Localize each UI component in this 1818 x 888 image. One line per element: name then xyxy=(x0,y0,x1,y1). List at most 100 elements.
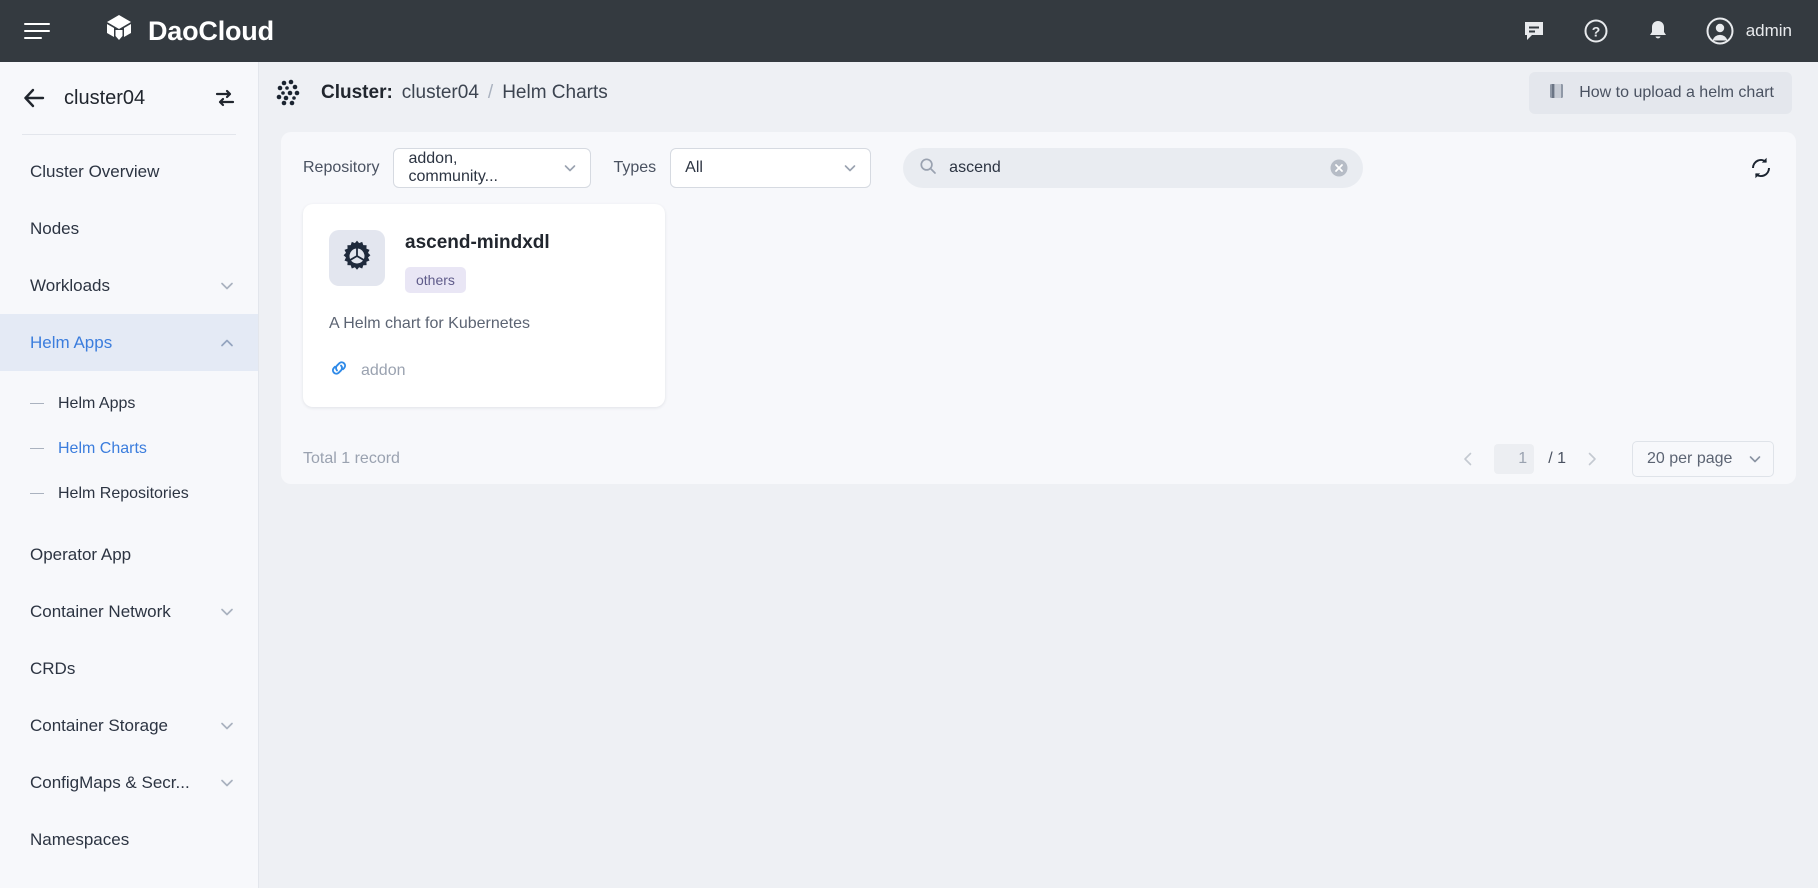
sidebar-divider xyxy=(22,134,236,135)
charts-grid: ascend-mindxdl others A Helm chart for K… xyxy=(281,204,1796,434)
sidebar-subitem-label: Helm Repositories xyxy=(58,485,189,503)
types-label: Types xyxy=(613,159,656,177)
sidebar-header: cluster04 xyxy=(0,62,258,134)
sidebar-item-label: Helm Apps xyxy=(30,333,112,353)
sidebar-item-crds[interactable]: CRDs xyxy=(0,640,258,697)
chevron-down-icon xyxy=(218,717,236,735)
brand-name: DaoCloud xyxy=(148,16,274,47)
hamburger-icon[interactable] xyxy=(18,11,58,51)
sidebar-item-helm-apps[interactable]: Helm Apps xyxy=(0,314,258,371)
page-number-input[interactable]: 1 xyxy=(1494,444,1534,474)
sidebar-item-namespaces[interactable]: Namespaces xyxy=(0,811,258,868)
sidebar: cluster04 Cluster Overview Nodes Workloa… xyxy=(0,62,259,888)
repository-label: Repository xyxy=(303,159,379,177)
content-panel: Repository addon, community... Types All xyxy=(281,132,1796,434)
refresh-icon[interactable] xyxy=(1748,155,1774,181)
chat-icon[interactable] xyxy=(1520,17,1548,45)
how-to-upload-button[interactable]: How to upload a helm chart xyxy=(1529,72,1792,114)
page-header: Cluster: cluster04 / Helm Charts How to … xyxy=(259,62,1818,124)
sidebar-item-workloads[interactable]: Workloads xyxy=(0,257,258,314)
user-menu[interactable]: admin xyxy=(1706,17,1792,45)
sidebar-item-container-network[interactable]: Container Network xyxy=(0,583,258,640)
dash-icon xyxy=(30,448,44,450)
sidebar-item-cluster-overview[interactable]: Cluster Overview xyxy=(0,143,258,200)
helm-chart-card[interactable]: ascend-mindxdl others A Helm chart for K… xyxy=(303,204,665,407)
chart-name: ascend-mindxdl xyxy=(405,232,550,254)
link-icon xyxy=(329,358,349,383)
chevron-down-icon xyxy=(218,774,236,792)
prev-page-button[interactable] xyxy=(1454,445,1482,473)
sidebar-item-operator-app[interactable]: Operator App xyxy=(0,526,258,583)
sidebar-item-label: Nodes xyxy=(30,219,79,239)
cluster-dots-icon xyxy=(273,76,307,110)
search-icon xyxy=(919,157,937,180)
pagination-bar: Total 1 record 1 / 1 20 per page xyxy=(281,434,1796,484)
sidebar-subitem-helm-charts[interactable]: Helm Charts xyxy=(0,426,258,471)
types-select[interactable]: All xyxy=(670,148,871,188)
sidebar-item-label: Container Storage xyxy=(30,716,168,736)
breadcrumb-current: Helm Charts xyxy=(502,82,608,104)
top-bar: DaoCloud ? xyxy=(0,0,1818,62)
page-size-label: 20 per page xyxy=(1647,450,1732,468)
card-title-block: ascend-mindxdl others xyxy=(405,230,550,293)
sidebar-item-label: Container Network xyxy=(30,602,171,622)
user-avatar-icon xyxy=(1706,17,1734,45)
sidebar-item-nodes[interactable]: Nodes xyxy=(0,200,258,257)
svg-text:?: ? xyxy=(1591,24,1600,40)
search-input[interactable] xyxy=(949,159,1317,177)
repository-value: addon, community... xyxy=(408,150,550,186)
sidebar-item-label: Namespaces xyxy=(30,830,129,850)
chart-description: A Helm chart for Kubernetes xyxy=(329,315,639,333)
back-arrow-icon[interactable] xyxy=(22,86,46,110)
chevron-down-icon xyxy=(218,603,236,621)
pager: 1 / 1 20 per page xyxy=(1454,441,1774,477)
page-size-select[interactable]: 20 per page xyxy=(1632,441,1774,477)
daocloud-cube-icon xyxy=(102,12,136,51)
sidebar-subitem-label: Helm Charts xyxy=(58,440,147,458)
main-content: Cluster: cluster04 / Helm Charts How to … xyxy=(259,62,1818,888)
chart-repo-row: addon xyxy=(329,358,639,383)
sidebar-cluster-name: cluster04 xyxy=(64,87,196,110)
sidebar-subitem-helm-apps[interactable]: Helm Apps xyxy=(0,381,258,426)
chevron-down-icon xyxy=(218,277,236,295)
switch-cluster-icon[interactable] xyxy=(214,87,236,109)
gear-icon xyxy=(339,238,375,279)
chart-type-badge: others xyxy=(405,267,466,293)
dash-icon xyxy=(30,403,44,405)
chevron-down-icon xyxy=(830,160,858,176)
clear-search-icon[interactable] xyxy=(1329,158,1349,178)
user-name: admin xyxy=(1746,21,1792,41)
sidebar-subitem-helm-repositories[interactable]: Helm Repositories xyxy=(0,471,258,516)
chevron-down-icon xyxy=(550,160,578,176)
chart-repo-name: addon xyxy=(361,362,406,380)
sidebar-item-label: Operator App xyxy=(30,545,131,565)
sidebar-item-configmaps-secrets[interactable]: ConfigMaps & Secr... xyxy=(0,754,258,811)
brand-logo[interactable]: DaoCloud xyxy=(102,12,274,51)
filter-bar: Repository addon, community... Types All xyxy=(281,132,1796,204)
chevron-up-icon xyxy=(218,334,236,352)
help-circle-icon[interactable]: ? xyxy=(1582,17,1610,45)
breadcrumb-separator: / xyxy=(488,82,493,104)
sidebar-item-label: Cluster Overview xyxy=(30,162,159,182)
sidebar-subitem-label: Helm Apps xyxy=(58,395,135,413)
breadcrumb-cluster[interactable]: cluster04 xyxy=(402,82,479,104)
sidebar-item-label: Workloads xyxy=(30,276,110,296)
top-bar-actions: ? admin xyxy=(1520,17,1792,45)
repository-select[interactable]: addon, community... xyxy=(393,148,591,188)
total-records: Total 1 record xyxy=(303,450,400,468)
sidebar-item-label: CRDs xyxy=(30,659,75,679)
next-page-button[interactable] xyxy=(1578,445,1606,473)
total-pages: / 1 xyxy=(1548,450,1566,468)
book-icon xyxy=(1547,81,1567,106)
sidebar-item-label: ConfigMaps & Secr... xyxy=(30,773,190,793)
bell-icon[interactable] xyxy=(1644,17,1672,45)
breadcrumb-label: Cluster: xyxy=(321,82,393,104)
types-value: All xyxy=(685,159,703,177)
how-to-upload-label: How to upload a helm chart xyxy=(1579,84,1774,102)
search-box[interactable] xyxy=(903,148,1363,188)
card-header: ascend-mindxdl others xyxy=(329,230,639,293)
breadcrumb: Cluster: cluster04 / Helm Charts xyxy=(321,82,608,104)
sidebar-item-container-storage[interactable]: Container Storage xyxy=(0,697,258,754)
dash-icon xyxy=(30,493,44,495)
chart-logo xyxy=(329,230,385,286)
